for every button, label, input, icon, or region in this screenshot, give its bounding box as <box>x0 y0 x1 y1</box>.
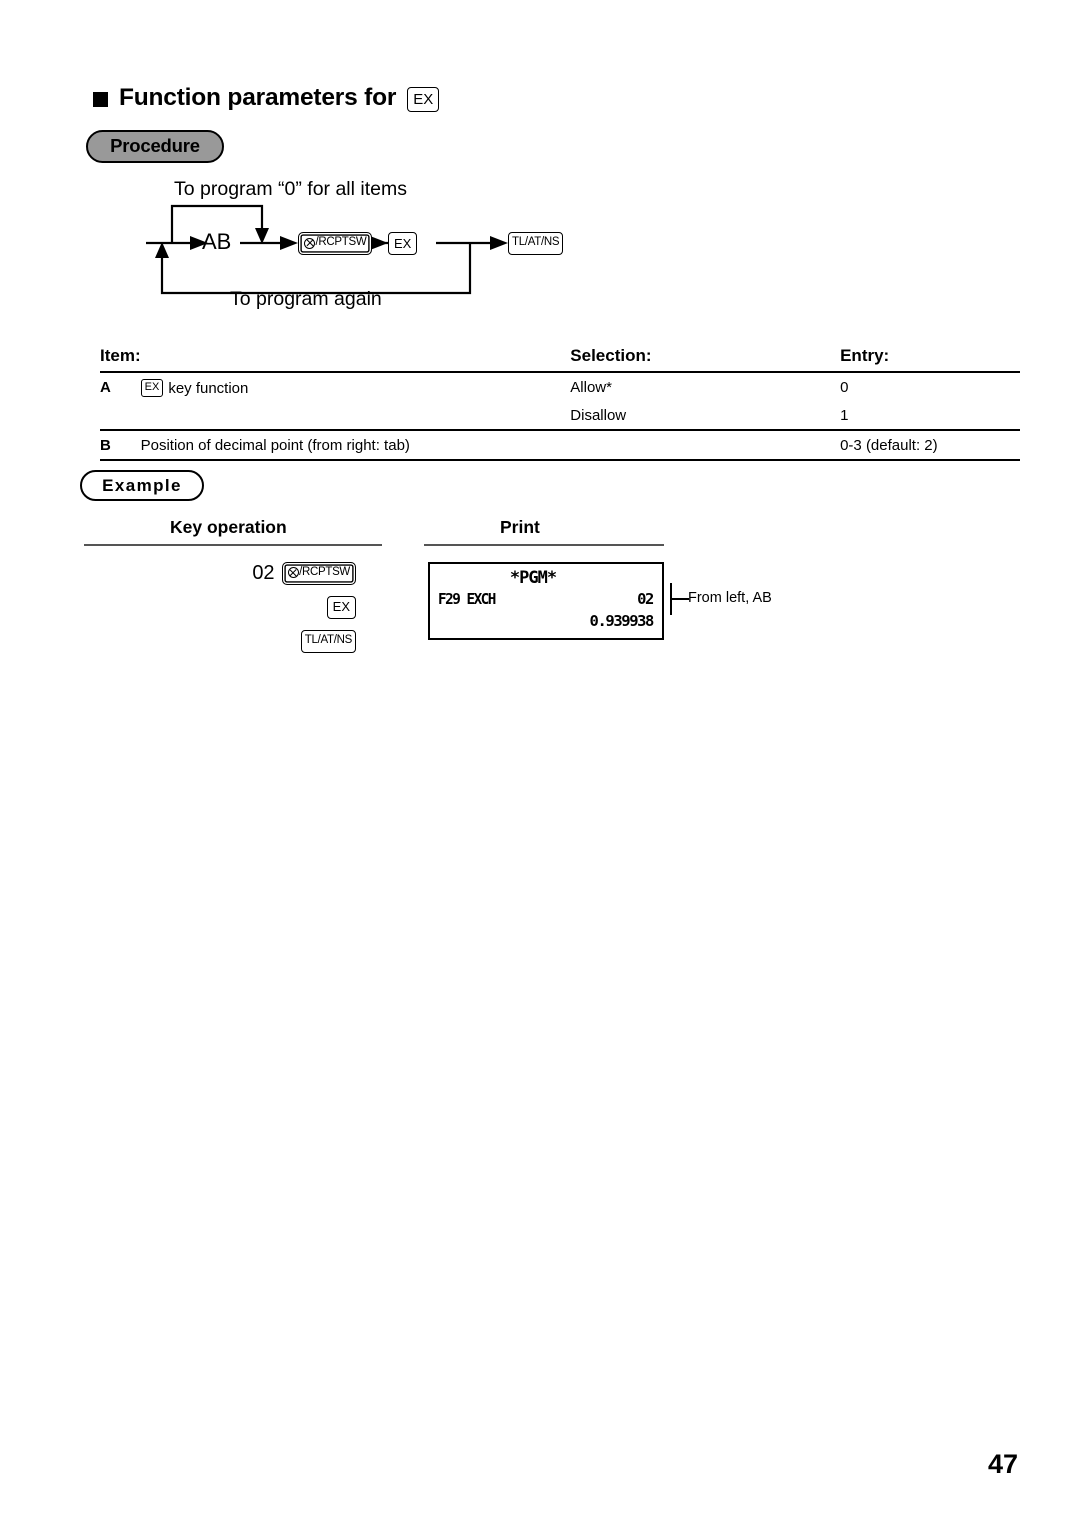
procedure-flow-diagram: To program “0” for all items To program … <box>140 178 580 310</box>
page-number: 47 <box>987 1449 1018 1479</box>
flow-multiply-rcptsw-key-label: /RCPTSW <box>315 236 367 249</box>
circle-x-icon <box>304 237 315 249</box>
row-entry-allow: 0 <box>840 379 849 396</box>
print-receipt-title: *PGM* <box>509 568 557 588</box>
row-code-b: B <box>100 437 111 454</box>
example-badge: Example <box>80 470 204 501</box>
callout-label: From left, AB <box>688 590 772 606</box>
row-entry-b: 0-3 (default: 2) <box>840 437 938 454</box>
example-badge-label: Example <box>102 476 182 495</box>
header-description <box>141 346 571 372</box>
manual-page: Function parameters for EX Procedure To … <box>0 0 1080 1524</box>
key-operation-header: Key operation <box>170 517 287 537</box>
row-desc-a: EX key function <box>140 372 571 430</box>
row-selection-allow: Allow* <box>570 379 612 396</box>
flow-top-label: To program “0” for all items <box>174 178 407 200</box>
parameter-table: Item: Selection: Entry: A EX key functio… <box>100 346 1020 461</box>
key-operation-steps: 02 /RCPTSW EX TL/AT/NS <box>236 556 356 658</box>
flow-ex-key-label: EX <box>394 235 412 251</box>
parameter-table-body: A EX key function Allow* 0 Disallow 1 B … <box>100 372 1020 460</box>
row-desc-b: Position of decimal point (from right: t… <box>140 437 410 454</box>
flow-bottom-label: To program again <box>230 288 382 310</box>
row-selection-disallow: Disallow <box>570 407 627 424</box>
bullet-square-icon <box>93 92 108 107</box>
key-operation-step-1: 02 /RCPTSW <box>236 556 356 590</box>
procedure-badge: Procedure <box>86 130 224 163</box>
key-operation-entry-number: 02 <box>252 562 275 584</box>
ex-key-chip-table: EX <box>140 379 164 397</box>
flow-multiply-rcptsw-key: /RCPTSW <box>298 232 373 255</box>
keyop-ex-key-label: EX <box>332 599 350 614</box>
header-selection: Selection: <box>570 346 652 365</box>
keyop-tl-at-ns-key: TL/AT/NS <box>300 629 356 653</box>
page-title-text: Function parameters for <box>119 83 397 111</box>
parameter-table-grid: Item: Selection: Entry: A EX key functio… <box>100 346 1020 461</box>
print-rule <box>424 544 664 547</box>
flow-tl-at-ns-key: TL/AT/NS <box>508 232 564 255</box>
print-callout: From left, AB <box>664 583 844 619</box>
key-operation-step-2: EX <box>236 590 356 624</box>
keyop-multiply-rcptsw-key: /RCPTSW <box>281 561 356 585</box>
row-entry-disallow: 1 <box>840 407 849 424</box>
print-receipt-rate: 0.939938 <box>589 612 655 630</box>
flow-ex-key: EX <box>388 232 418 255</box>
row-selection-b <box>570 430 840 460</box>
example-column-headers: Key operation Print <box>84 517 684 549</box>
print-receipt-description: F29 EXCH <box>438 590 496 608</box>
flow-tl-at-ns-key-label: TL/AT/NS <box>512 236 560 249</box>
keyop-ex-key: EX <box>326 595 356 619</box>
procedure-badge-label: Procedure <box>110 135 200 157</box>
key-operation-step-3: TL/AT/NS <box>236 624 356 658</box>
print-receipt-value: 02 <box>637 590 654 608</box>
table-header-row: Item: Selection: Entry: <box>100 346 1020 372</box>
print-header: Print <box>500 517 540 537</box>
row-code-a: A <box>100 379 111 396</box>
print-receipt: *PGM* F29 EXCH 02 0.939938 <box>428 562 664 640</box>
page-title: Function parameters for EX <box>93 83 440 112</box>
keyop-tl-at-ns-key-label: TL/AT/NS <box>304 633 353 646</box>
table-row: B Position of decimal point (from right:… <box>100 430 1020 460</box>
ex-key-chip: EX <box>407 87 440 112</box>
callout-horizontal-line <box>670 598 689 600</box>
header-item: Item: <box>100 346 141 365</box>
circle-x-icon <box>287 567 299 578</box>
key-operation-rule <box>84 544 382 547</box>
keyop-multiply-rcptsw-key-label: /RCPTSW <box>299 565 350 578</box>
ex-key-chip-table-label: EX <box>144 381 160 393</box>
table-row: A EX key function Allow* 0 <box>100 372 1020 401</box>
row-desc-a-text: key function <box>168 379 249 397</box>
parameter-table-head: Item: Selection: Entry: <box>100 346 1020 372</box>
flow-node-ab: AB <box>202 229 232 254</box>
row-desc-a-content: EX key function <box>140 379 571 397</box>
header-entry: Entry: <box>840 346 890 365</box>
ex-key-chip-label: EX <box>413 90 434 108</box>
